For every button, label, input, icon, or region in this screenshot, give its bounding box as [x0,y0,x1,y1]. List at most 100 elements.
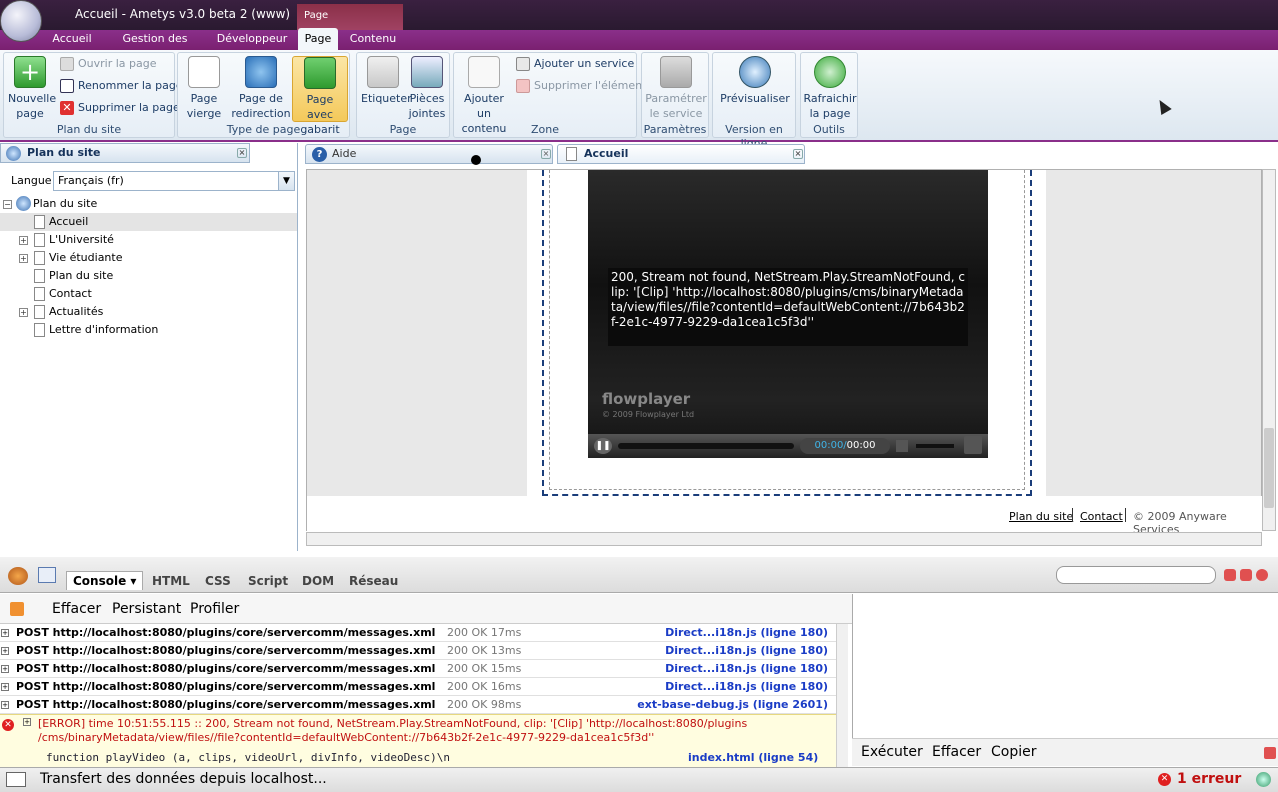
fb-search-input[interactable] [1056,566,1216,584]
error-icon: ✕ [2,719,14,731]
window-title: Accueil - Ametys v3.0 beta 2 (www) [75,7,291,21]
open-page-button[interactable]: Ouvrir la page [60,55,157,73]
status-bar: Transfert des données depuis localhost..… [0,767,1278,792]
volume-icon[interactable] [896,440,908,452]
log-row[interactable]: + POST http://localhost:8080/plugins/core… [0,642,836,660]
redirect-page-button[interactable]: Page de redirection [230,56,292,121]
remove-element-button[interactable]: Supprimer l'élément [516,77,646,95]
log-row[interactable]: + POST http://localhost:8080/plugins/core… [0,624,836,642]
clear-button[interactable]: Effacer [52,601,101,617]
profiler-button[interactable]: Profiler [190,601,239,617]
tab-aide[interactable]: ? Aide × [305,144,553,164]
refresh-page-button[interactable]: Rafraichir la page [803,56,857,121]
scrollbar-thumb[interactable] [1264,428,1274,508]
seek-bar[interactable] [618,443,794,449]
footer-link-contact[interactable]: Contact [1080,510,1123,523]
player-controls: ❚❚ 00:00/00:00 [588,434,988,458]
template-page-button[interactable]: Page avec gabarit [292,56,348,136]
tab-contenu[interactable]: Contenu [348,30,398,50]
refresh-icon [814,56,846,88]
ametys-logo[interactable] [0,0,42,42]
group-outils: Rafraichir la page Outils [800,52,858,138]
tab-page[interactable]: Page [298,28,338,50]
footer-link-sitemap[interactable]: Plan du site [1009,510,1073,523]
blank-page-button[interactable]: Page vierge [184,56,224,121]
vertical-scrollbar[interactable] [1262,169,1276,531]
log-row[interactable]: + POST http://localhost:8080/plugins/core… [0,696,836,714]
tab-gestion-droits[interactable]: Gestion des droits [106,30,204,63]
minimize-icon[interactable] [1224,569,1236,581]
close-icon[interactable]: × [541,149,551,159]
error-count[interactable]: 1 erreur [1177,771,1241,787]
globe-icon [6,146,21,161]
group-label: Type de page [226,123,301,136]
fb-tab-html[interactable]: HTML [152,574,190,588]
configure-service-button[interactable]: Paramétrer le service [644,56,708,121]
tab-developpeur[interactable]: Développeur [216,30,288,50]
run-button[interactable]: Exécuter [861,744,923,760]
close-icon[interactable]: × [793,149,803,159]
fb-tab-console[interactable]: Console ▾ [66,571,144,590]
close-icon[interactable] [1256,569,1268,581]
log-row[interactable]: + POST http://localhost:8080/plugins/core… [0,660,836,678]
expand-icon[interactable]: + [19,254,28,263]
help-icon: ? [312,147,327,162]
video-player[interactable]: 200, Stream not found, NetStream.Play.St… [588,170,988,458]
command-editor[interactable] [852,594,1278,738]
persist-button[interactable]: Persistant [112,601,181,617]
firebug-panel: Console ▾ HTML CSS Script DOM Réseau Eff… [0,557,1278,792]
fb-tab-css[interactable]: CSS [205,574,231,588]
tab-accueil[interactable]: Accueil [50,30,94,50]
blank-page-icon [188,56,220,88]
log-row[interactable]: + POST http://localhost:8080/plugins/core… [0,678,836,696]
rename-page-button[interactable]: Renommer la page [60,77,183,95]
fb-tab-reseau[interactable]: Réseau [349,574,398,588]
fb-tab-dom[interactable]: DOM [302,574,334,588]
attachments-button[interactable]: Pièces jointes [407,56,447,121]
tree-root[interactable]: − Plan du site [0,195,297,213]
expand-icon[interactable]: + [23,718,31,726]
ribbon: + Nouvelle page Ouvrir la page Renommer … [0,50,1278,150]
expand-icon[interactable]: + [19,236,28,245]
new-page-button[interactable]: + Nouvelle page [8,56,56,121]
horizontal-scrollbar[interactable] [306,532,1262,546]
detach-icon[interactable] [1240,569,1252,581]
page-icon [566,147,577,161]
firebug-icon[interactable] [8,567,28,585]
error-row[interactable]: ✕ + [ERROR] time 10:51:55.115 :: 200, St… [0,714,836,768]
collapse-icon[interactable]: − [3,200,12,209]
delete-page-button[interactable]: ✕ Supprimer la page [60,99,180,117]
group-label: Outils [813,123,845,136]
log-scrollbar[interactable] [836,624,848,768]
clear-cmd-button[interactable]: Effacer [932,744,981,760]
expand-icon[interactable]: + [19,308,28,317]
fb-tab-script[interactable]: Script [248,574,288,588]
expand-icon[interactable]: + [1,683,9,691]
group-zone: Ajouter un contenu Ajouter un service Su… [453,52,646,138]
collapse-cmd-icon[interactable] [1264,747,1276,759]
add-service-button[interactable]: Ajouter un service [516,55,634,73]
sitemap-header: Plan du site × [0,143,250,163]
error-filter-icon[interactable] [10,602,24,616]
tag-button[interactable]: Etiqueter [361,56,412,106]
tree-item-accueil[interactable]: Accueil [0,213,297,231]
group-label: Page [389,123,417,136]
expand-icon[interactable]: + [1,647,9,655]
language-select[interactable]: Français (fr) ▼ [53,171,295,191]
group-label: Version en ligne [725,123,783,150]
inspect-icon[interactable] [38,567,56,583]
expand-icon[interactable]: + [1,629,9,637]
copy-button[interactable]: Copier [991,744,1037,760]
volume-slider[interactable] [916,444,954,448]
preview-button[interactable]: Prévisualiser [715,56,795,106]
content-icon [468,56,500,88]
status-text: Transfert des données depuis localhost..… [40,771,327,787]
chevron-down-icon[interactable]: ▼ [278,172,294,190]
expand-icon[interactable]: + [1,665,9,673]
tab-accueil-page[interactable]: Accueil × [557,144,805,164]
fullscreen-icon[interactable] [964,436,982,454]
close-icon[interactable]: × [237,148,247,158]
pause-icon[interactable]: ❚❚ [594,438,612,454]
magnifier-icon [739,56,771,88]
expand-icon[interactable]: + [1,701,9,709]
